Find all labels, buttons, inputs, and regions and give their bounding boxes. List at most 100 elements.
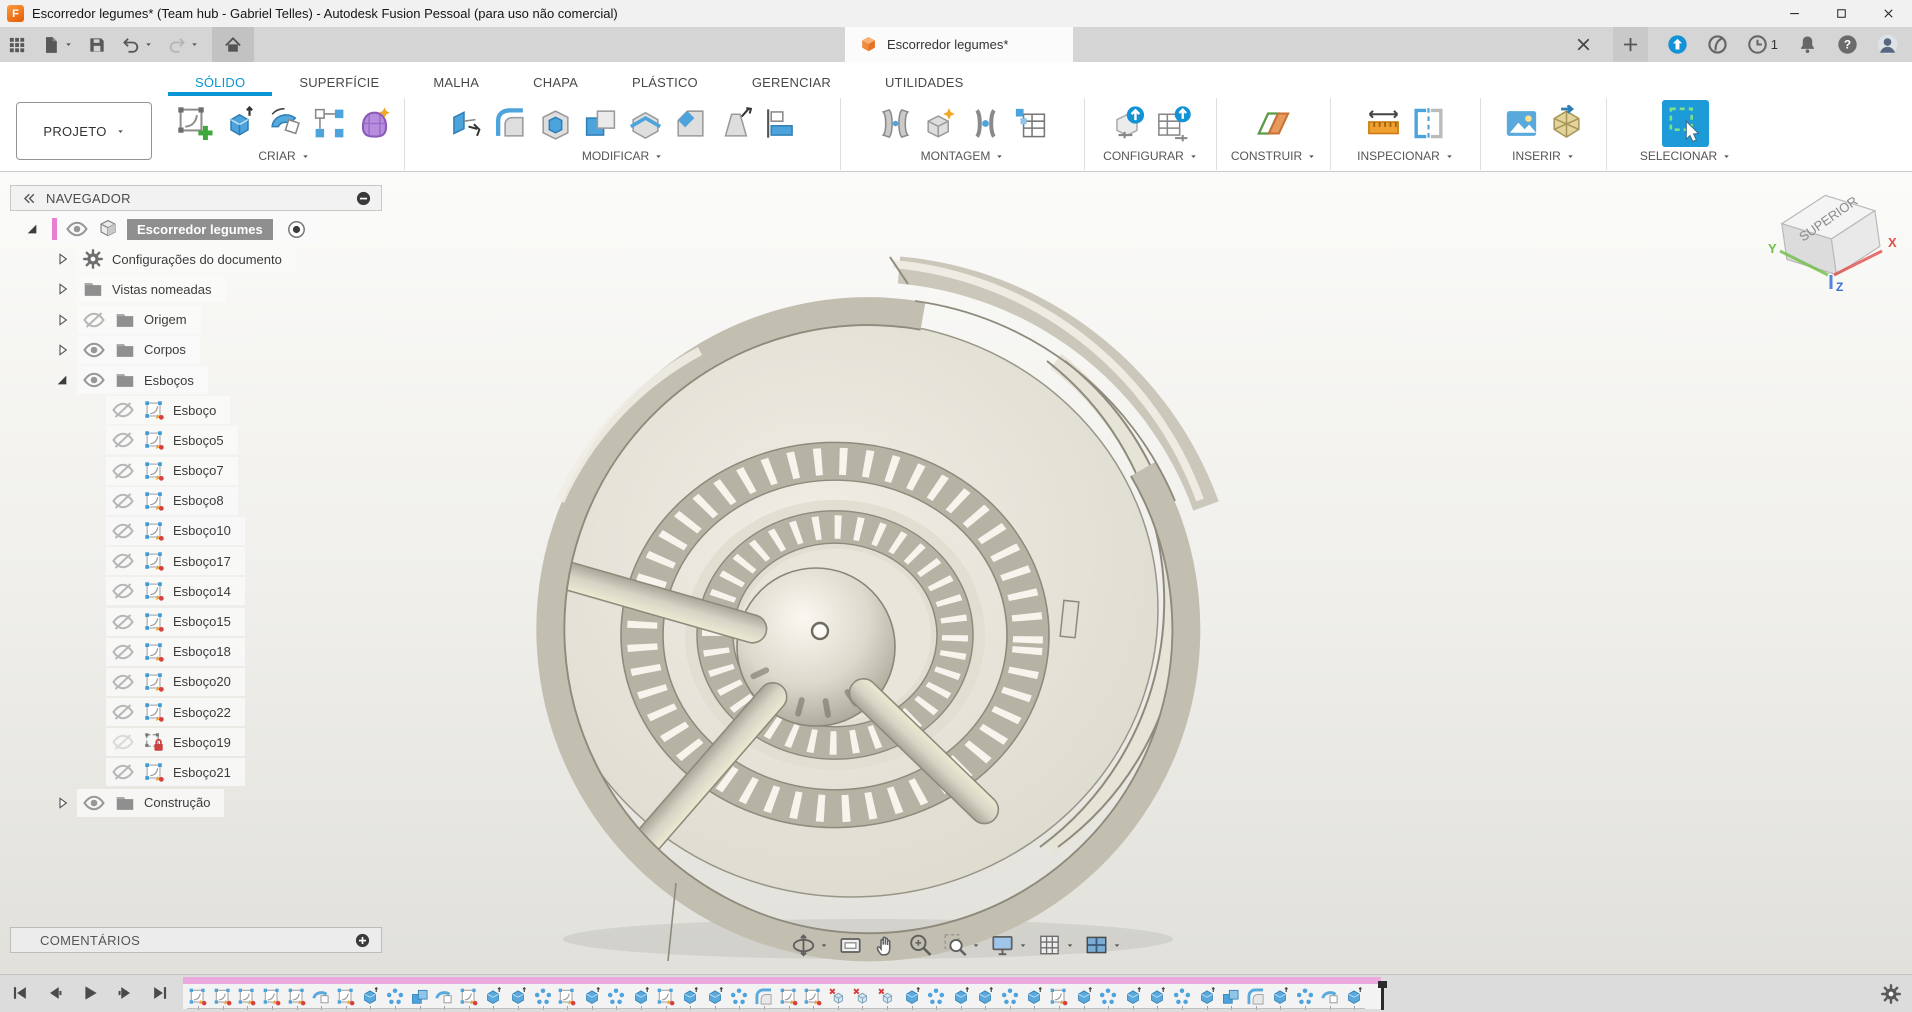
visibility-off-icon[interactable] — [111, 640, 135, 664]
web-button[interactable] — [1707, 34, 1728, 55]
timeline-feature-pattern[interactable] — [727, 986, 752, 1007]
job-status-button[interactable]: 1 — [1747, 34, 1778, 55]
comments-panel[interactable]: COMENTÁRIOS — [10, 927, 382, 953]
timeline-feature-extrude[interactable] — [899, 986, 924, 1007]
visibility-on-icon[interactable] — [82, 368, 106, 392]
timeline-feature-revolve[interactable] — [309, 986, 334, 1007]
tool-configure-button[interactable] — [1108, 103, 1149, 144]
timeline-feature-sketch[interactable] — [186, 986, 211, 1007]
timeline-feature-revolve[interactable] — [432, 986, 457, 1007]
visibility-off-icon[interactable] — [111, 489, 135, 513]
tree-item-esboco[interactable]: Esboço — [10, 395, 382, 425]
timeline-feature-box-error[interactable] — [825, 986, 850, 1007]
chevrons-left-icon[interactable] — [20, 190, 37, 207]
visibility-off-icon[interactable] — [111, 610, 135, 634]
visibility-off-icon[interactable] — [82, 308, 106, 332]
ribbon-tab-malha[interactable]: MALHA — [406, 68, 506, 96]
ribbon-tab-gerenciar[interactable]: GERENCIAR — [725, 68, 858, 96]
tool-press-pull-button[interactable] — [445, 103, 486, 144]
timeline-feature-sketch[interactable] — [457, 986, 482, 1007]
tool-joint-button[interactable] — [965, 103, 1006, 144]
visibility-off-icon[interactable] — [111, 700, 135, 724]
visibility-off-icon[interactable] — [111, 549, 135, 573]
zoom-button[interactable] — [907, 931, 935, 959]
tree-item-esboco20[interactable]: Esboço20 — [10, 667, 382, 697]
tool-align-button[interactable] — [760, 103, 801, 144]
tree-item-vistas-nomeadas[interactable]: Vistas nomeadas — [10, 274, 382, 304]
visibility-off-icon[interactable] — [111, 670, 135, 694]
tree-item-esboco18[interactable]: Esboço18 — [10, 637, 382, 667]
timeline-feature-sketch[interactable] — [211, 986, 236, 1007]
pan-button[interactable] — [872, 931, 900, 959]
document-tab[interactable]: Escorredor legumes* — [845, 27, 1073, 62]
undo-button[interactable] — [114, 27, 160, 62]
visibility-off-icon[interactable] — [111, 428, 135, 452]
tool-create-sketch-button[interactable] — [174, 103, 215, 144]
ribbon-tab-chapa[interactable]: CHAPA — [506, 68, 605, 96]
group-menu-selecionar[interactable]: SELECIONAR — [1634, 148, 1737, 164]
orbit-button[interactable] — [790, 931, 830, 959]
timeline-feature-sketch[interactable] — [284, 986, 309, 1007]
help-button[interactable]: ? — [1837, 34, 1858, 55]
timeline-feature-extrude[interactable] — [506, 986, 531, 1007]
timeline-feature-extrude[interactable] — [629, 986, 654, 1007]
tool-insert-mesh-button[interactable] — [1546, 103, 1587, 144]
model-3d-colander[interactable] — [543, 257, 1206, 961]
tool-extrude-button[interactable] — [219, 103, 260, 144]
tool-split-body-button[interactable] — [625, 103, 666, 144]
timeline-feature-extrude[interactable] — [580, 986, 605, 1007]
redo-button[interactable] — [160, 27, 206, 62]
timeline-strip[interactable] — [183, 978, 1381, 1009]
tool-section-analysis-button[interactable] — [1408, 103, 1449, 144]
group-menu-configurar[interactable]: CONFIGURAR — [1097, 148, 1204, 164]
group-menu-inspecionar[interactable]: INSPECIONAR — [1351, 148, 1460, 164]
timeline-feature-extrude[interactable] — [481, 986, 506, 1007]
tool-draft-button[interactable] — [715, 103, 756, 144]
visibility-off-icon[interactable] — [111, 398, 135, 422]
plus-circle-icon[interactable] — [354, 932, 371, 949]
tool-chamfer-button[interactable] — [670, 103, 711, 144]
timeline-feature-combine[interactable] — [407, 986, 432, 1007]
view-cube[interactable]: SUPERIOR Y X Z — [1756, 181, 1906, 303]
timeline-feature-sketch[interactable] — [1047, 986, 1072, 1007]
viewports-button[interactable] — [1083, 931, 1123, 959]
timeline-feature-combine[interactable] — [1219, 986, 1244, 1007]
grid-display-button[interactable] — [1036, 931, 1076, 959]
timeline-feature-revolve[interactable] — [1317, 986, 1342, 1007]
go-to-start-button[interactable] — [8, 981, 32, 1005]
timeline-feature-sketch[interactable] — [235, 986, 260, 1007]
collapsed-arrow-icon[interactable] — [54, 251, 70, 267]
tree-item-esboco22[interactable]: Esboço22 — [10, 697, 382, 727]
collapsed-arrow-icon[interactable] — [54, 342, 70, 358]
timeline-feature-pattern[interactable] — [924, 986, 949, 1007]
play-button[interactable] — [78, 981, 102, 1005]
timeline-feature-extrude[interactable] — [702, 986, 727, 1007]
visibility-on-icon[interactable] — [65, 217, 89, 241]
timeline-feature-extrude[interactable] — [1022, 986, 1047, 1007]
timeline-feature-extrude[interactable] — [1071, 986, 1096, 1007]
display-settings-button[interactable] — [989, 931, 1029, 959]
timeline-feature-pattern[interactable] — [1293, 986, 1318, 1007]
timeline-group-span[interactable] — [183, 977, 1381, 984]
tree-item-esboco5[interactable]: Esboço5 — [10, 425, 382, 455]
tool-combine-button[interactable] — [580, 103, 621, 144]
tool-config-table-button[interactable] — [1153, 103, 1194, 144]
activate-radio-icon[interactable] — [286, 219, 307, 240]
tree-item-esboco7[interactable]: Esboço7 — [10, 456, 382, 486]
group-menu-criar[interactable]: CRIAR — [252, 148, 315, 164]
ribbon-tab-plastico[interactable]: PLÁSTICO — [605, 68, 725, 96]
timeline-feature-box-error[interactable] — [875, 986, 900, 1007]
window-close-button[interactable] — [1865, 0, 1912, 27]
new-tab-button[interactable] — [1613, 27, 1648, 62]
close-tab-button[interactable] — [1573, 34, 1594, 55]
tool-joint-origin-button[interactable] — [875, 103, 916, 144]
navigator-header[interactable]: NAVEGADOR — [10, 185, 382, 211]
tree-item-esboco10[interactable]: Esboço10 — [10, 516, 382, 546]
timeline-feature-pattern[interactable] — [383, 986, 408, 1007]
timeline-feature-fillet[interactable] — [752, 986, 777, 1007]
timeline-feature-extrude[interactable] — [358, 986, 383, 1007]
expanded-arrow-icon[interactable] — [24, 221, 40, 237]
tool-fillet-button[interactable] — [490, 103, 531, 144]
tree-item-origem[interactable]: Origem — [10, 305, 382, 335]
tree-item-esboco8[interactable]: Esboço8 — [10, 486, 382, 516]
